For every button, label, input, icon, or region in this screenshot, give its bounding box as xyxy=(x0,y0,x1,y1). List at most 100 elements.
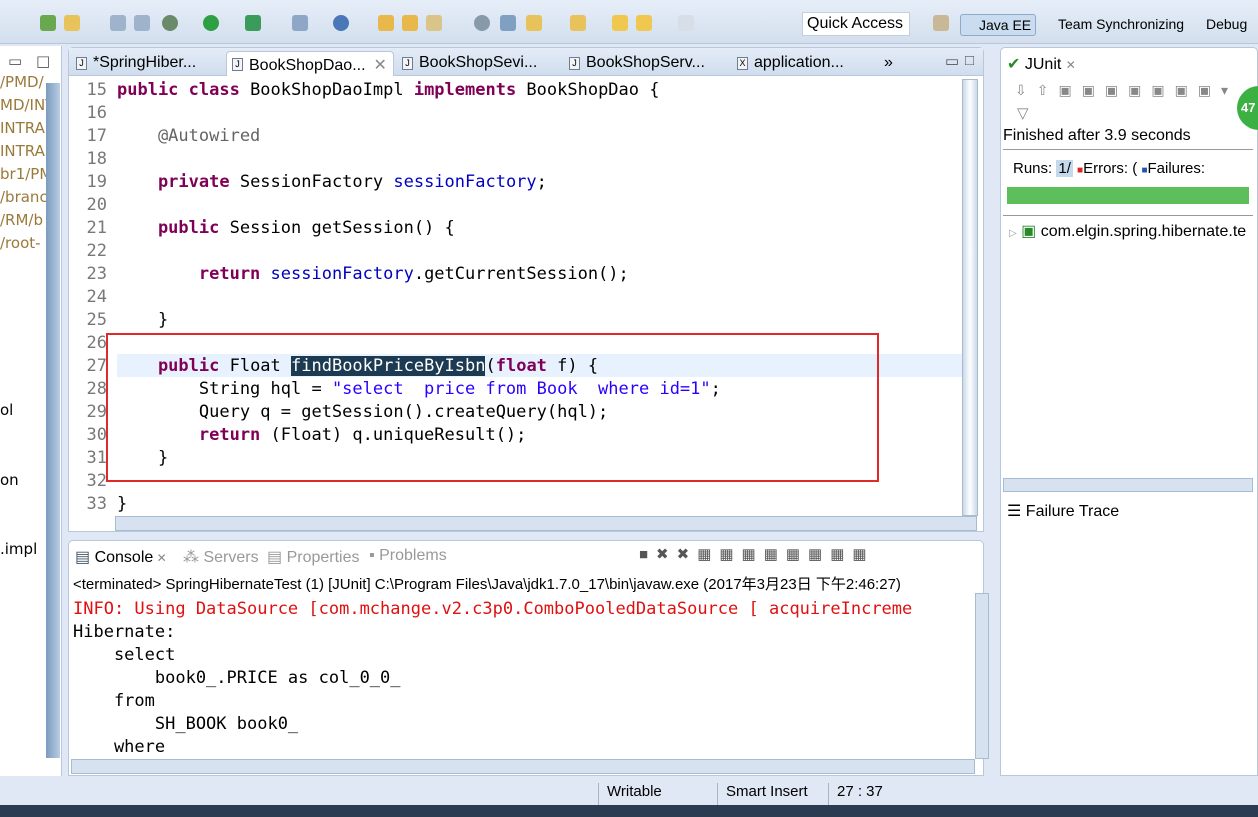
status-bar: Writable Smart Insert 27 : 37 xyxy=(0,777,1258,805)
new-server-icon[interactable] xyxy=(292,15,308,31)
tab-properties[interactable]: ▤ Properties xyxy=(267,547,359,567)
new-icon[interactable] xyxy=(40,15,56,31)
junit-horizontal-scrollbar[interactable] xyxy=(1003,478,1253,492)
paragraph-icon[interactable] xyxy=(134,15,150,31)
os-taskbar xyxy=(0,805,1258,817)
code-token: public class xyxy=(117,80,251,100)
console-header: <terminated> SpringHibernateTest (1) [JU… xyxy=(73,576,901,593)
next-annotation-icon[interactable] xyxy=(526,15,542,31)
tab-servers[interactable]: ⁂ Servers xyxy=(183,547,259,567)
open-perspective-icon[interactable] xyxy=(933,15,949,31)
tab-label: Properties xyxy=(286,549,360,566)
prev-annotation-icon[interactable] xyxy=(570,15,586,31)
junit-counters: Runs: 1/ ■Errors: ( ■Failures: xyxy=(1013,160,1205,177)
more-tabs-button[interactable]: » xyxy=(884,51,897,76)
test-tree-item[interactable]: ▷ ▣ com.elgin.spring.hibernate.te xyxy=(1009,221,1246,241)
explorer-item[interactable]: .impl xyxy=(0,540,37,558)
close-icon[interactable]: ✕ xyxy=(1066,58,1076,72)
back-icon[interactable] xyxy=(636,15,652,31)
java-file-icon: J xyxy=(76,57,87,70)
expand-icon[interactable]: ▷ xyxy=(1009,228,1017,239)
forward-icon[interactable] xyxy=(678,15,694,31)
code-token: @Autowired xyxy=(117,126,261,146)
divider xyxy=(1003,215,1253,216)
new-class-icon[interactable] xyxy=(333,15,349,31)
maximize-icon[interactable]: □ xyxy=(965,52,974,69)
explorer-item[interactable]: /PMD/ xyxy=(0,73,44,91)
console-icon: ▤ xyxy=(75,549,95,566)
tab-label: Servers xyxy=(203,549,259,566)
console-output-line: book0_.PRICE as col_0_0_ xyxy=(73,668,401,688)
perspective-team-sync[interactable]: Team Synchronizing xyxy=(1038,14,1188,34)
console-vertical-scrollbar[interactable] xyxy=(975,593,989,759)
editor-tabs: J *SpringHiber... J BookShopDao... ✕ J BookS… xyxy=(69,48,983,76)
minimize-icon[interactable]: ▭ xyxy=(8,52,22,70)
servers-icon: ⁂ xyxy=(183,549,204,566)
test-progress-fill xyxy=(1007,187,1249,204)
junit-icon: ✔ xyxy=(1007,56,1021,73)
debug-icon[interactable] xyxy=(162,15,178,31)
java-file-icon: J xyxy=(569,57,580,70)
tab-bookshop-service[interactable]: J BookShopServ... xyxy=(564,51,709,76)
code-token: return xyxy=(117,264,271,284)
last-edit-icon[interactable] xyxy=(612,15,628,31)
minimize-icon[interactable]: ▭ xyxy=(945,52,959,70)
tab-junit[interactable]: ✔ JUnit ✕ xyxy=(1007,54,1076,74)
tab-problems[interactable]: ▪ Problems xyxy=(369,547,447,565)
view-menu-icon[interactable]: ▽ xyxy=(1017,104,1029,122)
junit-run-icon[interactable] xyxy=(500,15,516,31)
problems-icon: ▪ xyxy=(369,547,380,564)
console-output-line: from xyxy=(73,691,155,711)
close-icon[interactable]: ✕ xyxy=(153,551,167,565)
line-number: 26 xyxy=(86,333,107,353)
test-progress-bar xyxy=(1007,187,1249,204)
open-type-icon[interactable] xyxy=(378,15,394,31)
tab-spring-hibernate-test[interactable]: J *SpringHiber... xyxy=(71,51,200,76)
editor-vertical-scrollbar[interactable] xyxy=(962,79,978,516)
tree-item-label: com.elgin.spring.hibernate.te xyxy=(1040,223,1247,240)
edit-icon[interactable] xyxy=(64,15,80,31)
editor-horizontal-scrollbar[interactable] xyxy=(115,516,977,531)
xml-file-icon: X xyxy=(737,57,748,70)
tab-label: application... xyxy=(754,54,844,71)
console-output-line: INFO: Using DataSource [com.mchange.v2.c… xyxy=(73,599,913,619)
maximize-icon[interactable]: □ xyxy=(36,52,50,70)
run-icon[interactable] xyxy=(203,15,219,31)
line-number: 29 xyxy=(86,402,107,422)
explorer-item[interactable]: br1/PM xyxy=(0,165,52,183)
explorer-item[interactable]: /branc xyxy=(0,188,48,206)
outline-icon[interactable] xyxy=(110,15,126,31)
code-token: } xyxy=(117,494,128,514)
console-horizontal-scrollbar[interactable] xyxy=(71,759,975,774)
pen-icon[interactable] xyxy=(426,15,442,31)
perspective-java-ee[interactable]: Java EE xyxy=(960,14,1037,36)
progress-badge: 47 xyxy=(1237,86,1258,130)
explorer-item[interactable]: INTRA xyxy=(0,142,45,160)
close-icon[interactable]: ✕ xyxy=(374,57,387,74)
console-toolbar[interactable]: ■✖✖▦▦▦▦▦▦▦▦ xyxy=(639,545,875,563)
left-vertical-scrollbar[interactable] xyxy=(46,83,60,758)
line-number: 21 xyxy=(86,218,107,238)
explorer-item[interactable]: on xyxy=(0,471,19,489)
tab-application-xml[interactable]: Xapplication... xyxy=(732,51,848,76)
open-folder-icon[interactable] xyxy=(402,15,418,31)
code-token: BookShopDaoImpl xyxy=(250,80,414,100)
explorer-item[interactable]: /RM/b xyxy=(0,211,43,229)
perspective-debug[interactable]: Debug xyxy=(1184,14,1251,34)
junit-toolbar[interactable]: ⇩⇧▣▣▣▣▣▣▣▾ xyxy=(1015,82,1238,99)
tab-bookshopdao-impl[interactable]: J BookShopDao... ✕ xyxy=(226,51,394,76)
status-writable: Writable xyxy=(598,783,662,805)
run-server-icon[interactable] xyxy=(245,15,261,31)
tab-bookshop-sevice[interactable]: J BookShopSevi... xyxy=(397,51,541,76)
failure-trace-header: ☰ Failure Trace xyxy=(1007,501,1119,521)
code-token: public xyxy=(117,218,230,238)
explorer-item[interactable]: /root- xyxy=(0,234,41,252)
explorer-item[interactable]: ol xyxy=(0,401,13,419)
explorer-item[interactable]: INTRA xyxy=(0,119,45,137)
line-number: 33 xyxy=(86,494,107,514)
line-number: 19 xyxy=(86,172,107,192)
globe-icon[interactable] xyxy=(474,15,490,31)
quick-access-input[interactable]: Quick Access xyxy=(802,12,910,36)
tab-console[interactable]: ▤ Console ✕ xyxy=(75,547,167,567)
line-number: 23 xyxy=(86,264,107,284)
